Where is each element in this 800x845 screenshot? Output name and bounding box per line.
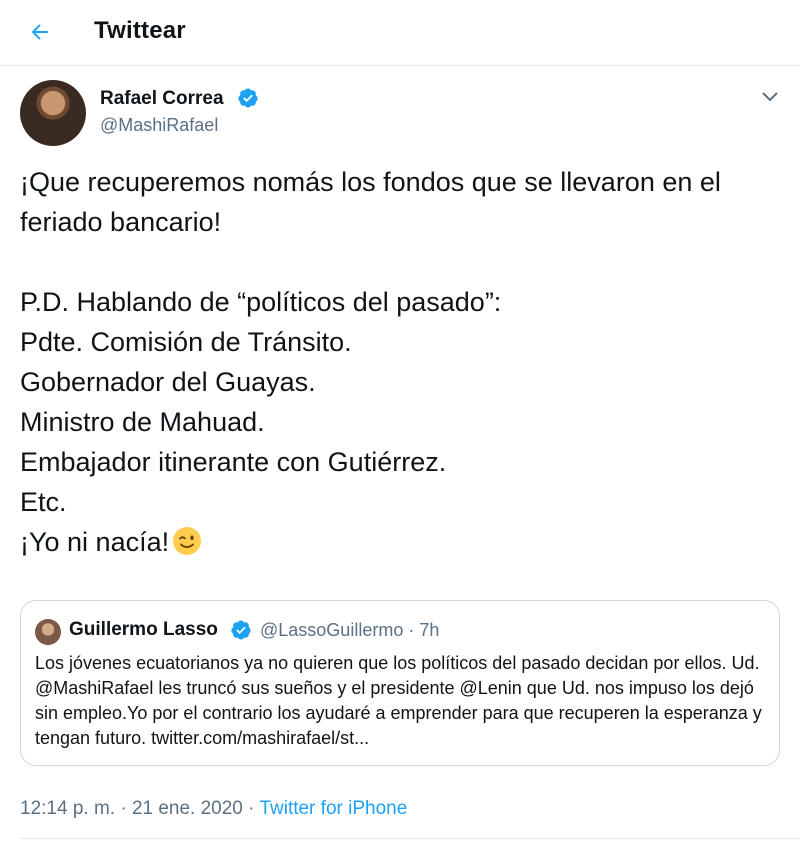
quoted-tweet-text: Los jóvenes ecuatorianos ya no quieren q… xyxy=(35,653,762,748)
back-button[interactable] xyxy=(22,14,58,50)
author-handle[interactable]: @MashiRafael xyxy=(100,115,218,136)
tweet-meta: 12:14 p. m. · 21 ene. 2020 · Twitter for… xyxy=(20,798,407,820)
more-options-button[interactable] xyxy=(758,86,782,108)
quoted-author-avatar xyxy=(35,619,61,645)
quoted-tweet[interactable]: Guillermo Lasso @LassoGuillermo · 7h Los… xyxy=(20,600,780,766)
divider xyxy=(20,838,800,839)
back-arrow-icon xyxy=(31,24,48,40)
top-bar: Twittear xyxy=(0,0,800,66)
quoted-author-handle: @LassoGuillermo xyxy=(260,620,404,640)
tweet-body: ¡Que recuperemos nomás los fondos que se… xyxy=(20,167,721,557)
chevron-down-icon xyxy=(762,92,778,102)
quoted-verified-badge-icon xyxy=(231,620,251,640)
tweet-text: ¡Que recuperemos nomás los fondos que se… xyxy=(20,162,790,562)
tweet-source-link[interactable]: Twitter for iPhone xyxy=(259,798,407,819)
verified-badge-icon xyxy=(238,88,258,108)
author-name[interactable]: Rafael Correa xyxy=(100,88,224,110)
quoted-time: · 7h xyxy=(408,620,440,640)
meta-separator: · xyxy=(242,798,260,819)
author-avatar[interactable] xyxy=(20,80,86,146)
quoted-author-meta: @LassoGuillermo · 7h xyxy=(260,620,439,641)
winking-face-emoji-icon xyxy=(173,527,202,555)
tweet-timestamp[interactable]: 12:14 p. m. · 21 ene. 2020 xyxy=(20,798,243,819)
quoted-author-name: Guillermo Lasso xyxy=(69,619,218,640)
page-title: Twittear xyxy=(94,17,186,44)
